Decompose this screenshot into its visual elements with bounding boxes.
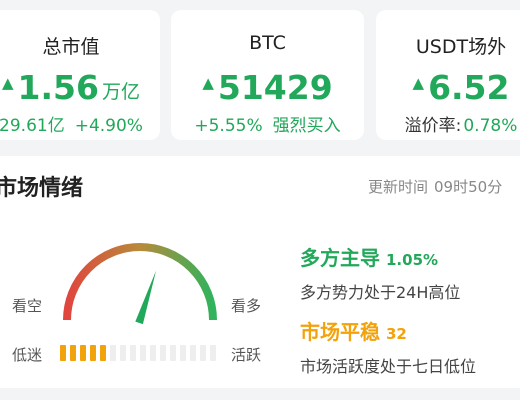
gauge-label-bullish: 看多 [231,297,262,315]
card-sub-label: 溢价率: [404,116,462,136]
update-time-label: 更新时间 [368,178,429,196]
btc-card[interactable]: BTC ▲ 51429 +5.55% 强烈买入 [171,10,364,140]
card-sub-change: +4.90% [74,116,143,136]
up-arrow-icon: ▲ [202,73,214,92]
activity-label-high: 活跃 [231,346,262,364]
card-unit: 万亿 [101,81,140,103]
status-title: 市场平稳 [300,320,380,344]
card-sub-amount: 29.61亿 [0,116,65,136]
gauge-label-bearish: 看空 [12,297,43,315]
gauge-needle [135,270,157,325]
activity-bar-empty [150,345,156,361]
status-title: 多方主导 [300,246,380,270]
card-sub-rating: 强烈买入 [272,116,341,136]
activity-bar-empty [180,345,186,361]
card-sub: +5.55% 强烈买入 [171,111,364,136]
activity-bar-filled [70,345,76,361]
activity-label-low: 低迷 [12,346,43,364]
activity-bar-empty [120,345,126,361]
activity-bar-empty [130,345,136,361]
status-desc: 多方势力处于24H高位 [300,283,461,302]
card-sub: 29.61亿 +4.90% [0,111,160,136]
status-desc: 市场活跃度处于七日低位 [300,357,477,376]
card-main-value: ▲ 6.52 [376,68,520,108]
card-label: BTC [249,32,286,54]
market-sentiment-panel: 市场情绪 更新时间 09时50分 看空 看多 低迷 活跃 多方主导 1.05% 多方… [0,156,520,388]
update-time: 更新时间 09时50分 [368,176,502,197]
activity-bar-empty [140,345,146,361]
activity-bar-empty [160,345,166,361]
card-label: USDT场外 [415,36,507,58]
status-head: 市场平稳 32 [300,316,476,345]
card-sub: 溢价率: 0.78% [376,111,520,136]
up-arrow-icon: ▲ [412,73,425,92]
total-market-cap-card[interactable]: 总市值 ▲ 1.56 万亿 29.61亿 +4.90% [0,10,160,140]
activity-bar-filled [60,345,66,361]
status-head: 多方主导 1.05% [300,242,460,271]
activity-bar-filled [80,345,86,361]
up-arrow-icon: ▲ [2,73,14,92]
usdt-otc-card[interactable]: USDT场外 ▲ 6.52 溢价率: 0.78% [376,10,520,140]
card-sub-change: +5.55% [194,116,263,136]
card-sub-premium: 0.78% [463,116,518,136]
update-time-value: 09时50分 [434,178,503,196]
card-main-value: ▲ 1.56 万亿 [0,68,160,108]
bull-status: 多方主导 1.05% 多方势力处于24H高位 [300,242,460,303]
card-main-value: ▲ 51429 [171,68,364,108]
activity-bar-empty [200,345,206,361]
sentiment-gauge [63,243,217,325]
card-value: 1.56 [17,68,99,107]
activity-bar-empty [110,345,116,361]
section-title: 市场情绪 [0,176,84,201]
activity-bar-filled [100,345,106,361]
status-value: 1.05% [386,251,439,269]
activity-status: 市场平稳 32 市场活跃度处于七日低位 [300,316,476,377]
activity-bar-filled [90,345,96,361]
card-value: 51429 [217,68,333,107]
activity-bars [60,345,220,361]
activity-bar-empty [170,345,176,361]
gauge-arc [63,243,217,321]
activity-bar-empty [190,345,196,361]
card-value: 6.52 [428,68,510,107]
card-label: 总市值 [42,36,100,58]
market-cards: 总市值 ▲ 1.56 万亿 29.61亿 +4.90% BTC ▲ 51429 +5.5… [0,0,520,148]
activity-bar-empty [210,345,216,361]
status-value: 32 [386,325,407,343]
